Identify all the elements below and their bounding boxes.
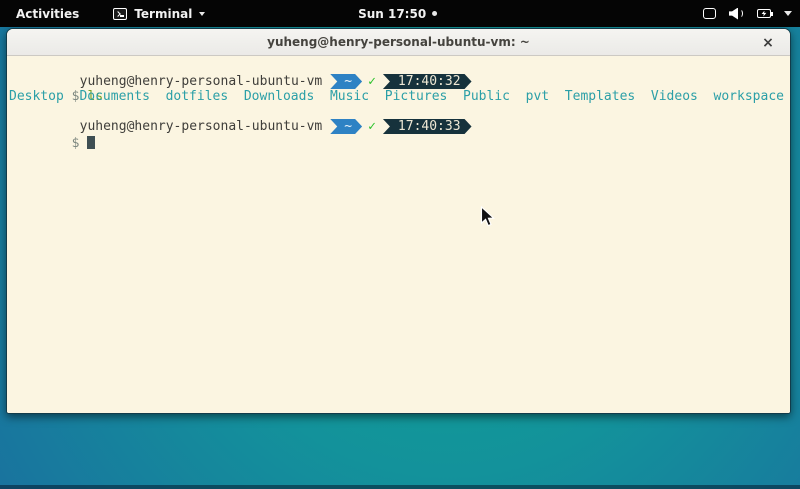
volume-icon [729, 8, 744, 20]
screen-icon [703, 8, 716, 19]
screen: Activities Terminal Sun 17:50 yuh [0, 0, 800, 489]
chevron-down-icon [199, 12, 205, 16]
close-button[interactable]: × [756, 29, 780, 56]
directory-item: Pictures [385, 89, 448, 104]
window-titlebar[interactable]: yuheng@henry-personal-ubuntu-vm: ~ × [7, 29, 790, 56]
top-bar: Activities Terminal Sun 17:50 [0, 0, 800, 27]
prompt-user-host: yuheng@henry-personal-ubuntu-vm [80, 119, 323, 134]
status-check-icon: ✓ [368, 119, 376, 134]
clock-label: Sun 17:50 [358, 7, 426, 21]
directory-item: Downloads [244, 89, 314, 104]
prompt-time-segment: 17:40:33 [383, 119, 472, 134]
terminal-icon [113, 8, 127, 20]
directory-item: Videos [651, 89, 698, 104]
close-icon: × [762, 36, 774, 50]
notification-dot-icon [432, 11, 437, 16]
status-check-icon: ✓ [368, 74, 376, 89]
app-menu-label: Terminal [134, 7, 192, 21]
prompt-cwd-segment: ~ [330, 74, 362, 89]
prompt-user-host: yuheng@henry-personal-ubuntu-vm [80, 74, 323, 89]
chevron-down-icon [784, 11, 792, 16]
text-cursor [87, 136, 95, 149]
directory-item: workspace [714, 89, 784, 104]
directory-item: Documents [79, 89, 149, 104]
directory-item: Music [330, 89, 369, 104]
directory-item: dotfiles [166, 89, 229, 104]
system-menu[interactable] [703, 8, 792, 20]
terminal-window: yuheng@henry-personal-ubuntu-vm: ~ × yuh… [6, 28, 791, 414]
prompt-line-1: yuheng@henry-personal-ubuntu-vm~✓17:40:3… [9, 59, 790, 74]
prompt-line-2: yuheng@henry-personal-ubuntu-vm~✓17:40:3… [9, 104, 790, 119]
battery-charging-icon [757, 9, 771, 18]
prompt-symbol: $ [72, 136, 80, 151]
ls-output-line: Desktop Documents dotfiles Downloads Mus… [9, 89, 790, 104]
clock-button[interactable]: Sun 17:50 [358, 7, 437, 21]
directory-item: Templates [565, 89, 635, 104]
directory-item: Desktop [9, 89, 64, 104]
app-menu-terminal[interactable]: Terminal [113, 7, 205, 21]
terminal-content[interactable]: yuheng@henry-personal-ubuntu-vm ~ ✓ 17:40:3… [7, 56, 790, 414]
prompt-cwd-segment: ~ [330, 119, 362, 134]
directory-item: pvt [526, 89, 549, 104]
window-title: yuheng@henry-personal-ubuntu-vm: ~ [267, 35, 530, 49]
activities-button[interactable]: Activities [10, 5, 85, 23]
directory-item: Public [463, 89, 510, 104]
prompt-time-segment: 17:40:32 [383, 74, 472, 89]
